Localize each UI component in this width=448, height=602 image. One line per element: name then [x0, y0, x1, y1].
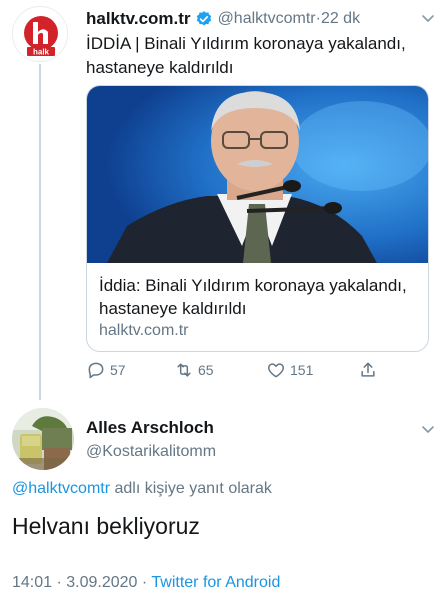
link-preview-card[interactable]: İddia: Binali Yıldırım koronaya yakaland… [86, 85, 429, 352]
tweet-time-of-day[interactable]: 14:01 [12, 574, 52, 591]
tweet-handle[interactable]: @halktvcomtr [218, 10, 316, 28]
card-image [87, 86, 428, 263]
retweet-button[interactable]: 65 [174, 360, 214, 380]
halktv-logo-text: halk [33, 48, 50, 57]
reply-count: 57 [110, 362, 126, 378]
tweet-time[interactable]: 22 dk [321, 10, 360, 28]
reply-button[interactable]: 57 [86, 360, 126, 380]
card-title: İddia: Binali Yıldırım koronaya yakaland… [99, 276, 407, 318]
verified-badge-icon [195, 10, 213, 28]
like-count: 151 [290, 362, 314, 378]
meta-dot: · [52, 574, 67, 591]
tweet-actions: 57 65 151 [86, 360, 386, 384]
thread-connector-line [39, 64, 41, 400]
tweet-header: halktv.com.tr @halktvcomtr · 22 dk [86, 8, 436, 30]
chevron-down-icon[interactable] [420, 421, 436, 437]
chevron-down-icon[interactable] [420, 10, 436, 26]
tweet-account-name[interactable]: halktv.com.tr [86, 9, 191, 29]
replying-to-mention[interactable]: @halktvcomtr [12, 480, 110, 497]
user-avatar[interactable] [12, 408, 74, 470]
share-button[interactable] [358, 360, 382, 380]
tweet-date[interactable]: 3.09.2020 [66, 574, 137, 591]
reply-icon [88, 362, 104, 379]
like-button[interactable]: 151 [266, 360, 313, 380]
like-icon [267, 363, 285, 378]
tweet-source-link[interactable]: Twitter for Android [151, 574, 280, 591]
user-display-name[interactable]: Alles Arschloch [86, 418, 214, 438]
tweet-text: İDDİA | Binali Yıldırım koronaya yakalan… [86, 34, 406, 77]
user-handle[interactable]: @Kostarikalitomm [86, 443, 216, 461]
halktv-avatar[interactable]: halk [12, 6, 68, 62]
reply-text: Helvanı bekliyoruz [12, 513, 200, 539]
card-domain: halktv.com.tr [99, 322, 189, 339]
replying-to-suffix: adlı kişiye yanıt olarak [110, 480, 272, 497]
retweet-count: 65 [198, 362, 214, 378]
meta-dot: · [137, 574, 152, 591]
halktv-logo-icon: halk [13, 7, 67, 61]
share-icon [361, 362, 375, 377]
tweet-meta: 14:01 · 3.09.2020 · Twitter for Android [12, 574, 280, 592]
retweet-icon [177, 363, 191, 377]
replying-to-line: @halktvcomtr adlı kişiye yanıt olarak [12, 480, 272, 498]
